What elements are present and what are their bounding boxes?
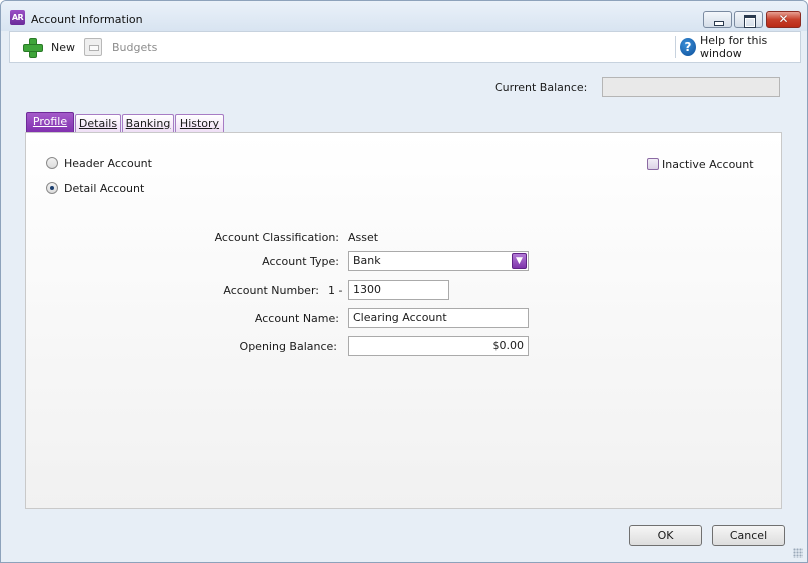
tab-banking[interactable]: Banking (122, 114, 174, 133)
plus-icon (22, 37, 43, 58)
profile-panel: Header Account Detail Account Inactive A… (25, 132, 782, 509)
detail-account-label: Detail Account (64, 182, 145, 195)
title-bar: AR Account Information ✕ (1, 1, 807, 31)
account-number-prefix: 1 - (328, 284, 343, 297)
maximize-icon (735, 12, 762, 28)
header-account-label: Header Account (64, 157, 152, 170)
budgets-button[interactable]: Budgets (84, 32, 157, 62)
header-account-radio[interactable] (46, 157, 58, 169)
inactive-account-checkbox[interactable] (647, 158, 659, 170)
current-balance-field (602, 77, 780, 97)
opening-balance-field[interactable]: $0.00 (348, 336, 529, 356)
new-button[interactable]: New (22, 32, 75, 62)
account-type-label: Account Type: (262, 255, 339, 268)
account-classification-label: Account Classification: (214, 231, 339, 244)
toolbar: New Budgets ? Help for this window (9, 31, 801, 63)
chevron-down-icon[interactable]: ▼ (512, 253, 527, 269)
maximize-button[interactable] (734, 11, 763, 28)
toolbar-separator (675, 36, 676, 58)
close-icon: ✕ (778, 12, 789, 26)
tab-details[interactable]: Details (75, 114, 121, 133)
budget-icon (84, 38, 102, 56)
account-number-field[interactable]: 1300 (348, 280, 449, 300)
account-number-label: Account Number: (223, 284, 319, 297)
app-logo-icon: AR (10, 10, 25, 25)
current-balance-label: Current Balance: (495, 81, 588, 94)
inactive-account-label: Inactive Account (662, 158, 754, 171)
help-label: Help for this window (700, 34, 768, 60)
minimize-button[interactable] (703, 11, 732, 28)
tab-history[interactable]: History (175, 114, 224, 133)
close-button[interactable]: ✕ (766, 11, 801, 28)
opening-balance-label: Opening Balance: (239, 340, 337, 353)
cancel-button[interactable]: Cancel (712, 525, 785, 546)
new-label: New (51, 40, 75, 54)
account-name-label: Account Name: (254, 312, 339, 325)
account-information-window: AR Account Information ✕ New Budgets ? H… (0, 0, 808, 563)
help-button[interactable]: ? Help for this window (680, 32, 800, 62)
tab-profile[interactable]: Profile (26, 112, 74, 133)
account-type-select[interactable]: Bank ▼ (348, 251, 529, 271)
resize-grip-icon[interactable] (793, 548, 803, 558)
budgets-label: Budgets (112, 40, 158, 54)
help-icon: ? (680, 38, 696, 56)
window-title: Account Information (31, 13, 143, 26)
account-type-value: Bank (353, 254, 381, 267)
account-name-field[interactable]: Clearing Account (348, 308, 529, 328)
minimize-icon (704, 12, 731, 27)
account-classification-value: Asset (348, 231, 379, 244)
detail-account-radio[interactable] (46, 182, 58, 194)
ok-button[interactable]: OK (629, 525, 702, 546)
